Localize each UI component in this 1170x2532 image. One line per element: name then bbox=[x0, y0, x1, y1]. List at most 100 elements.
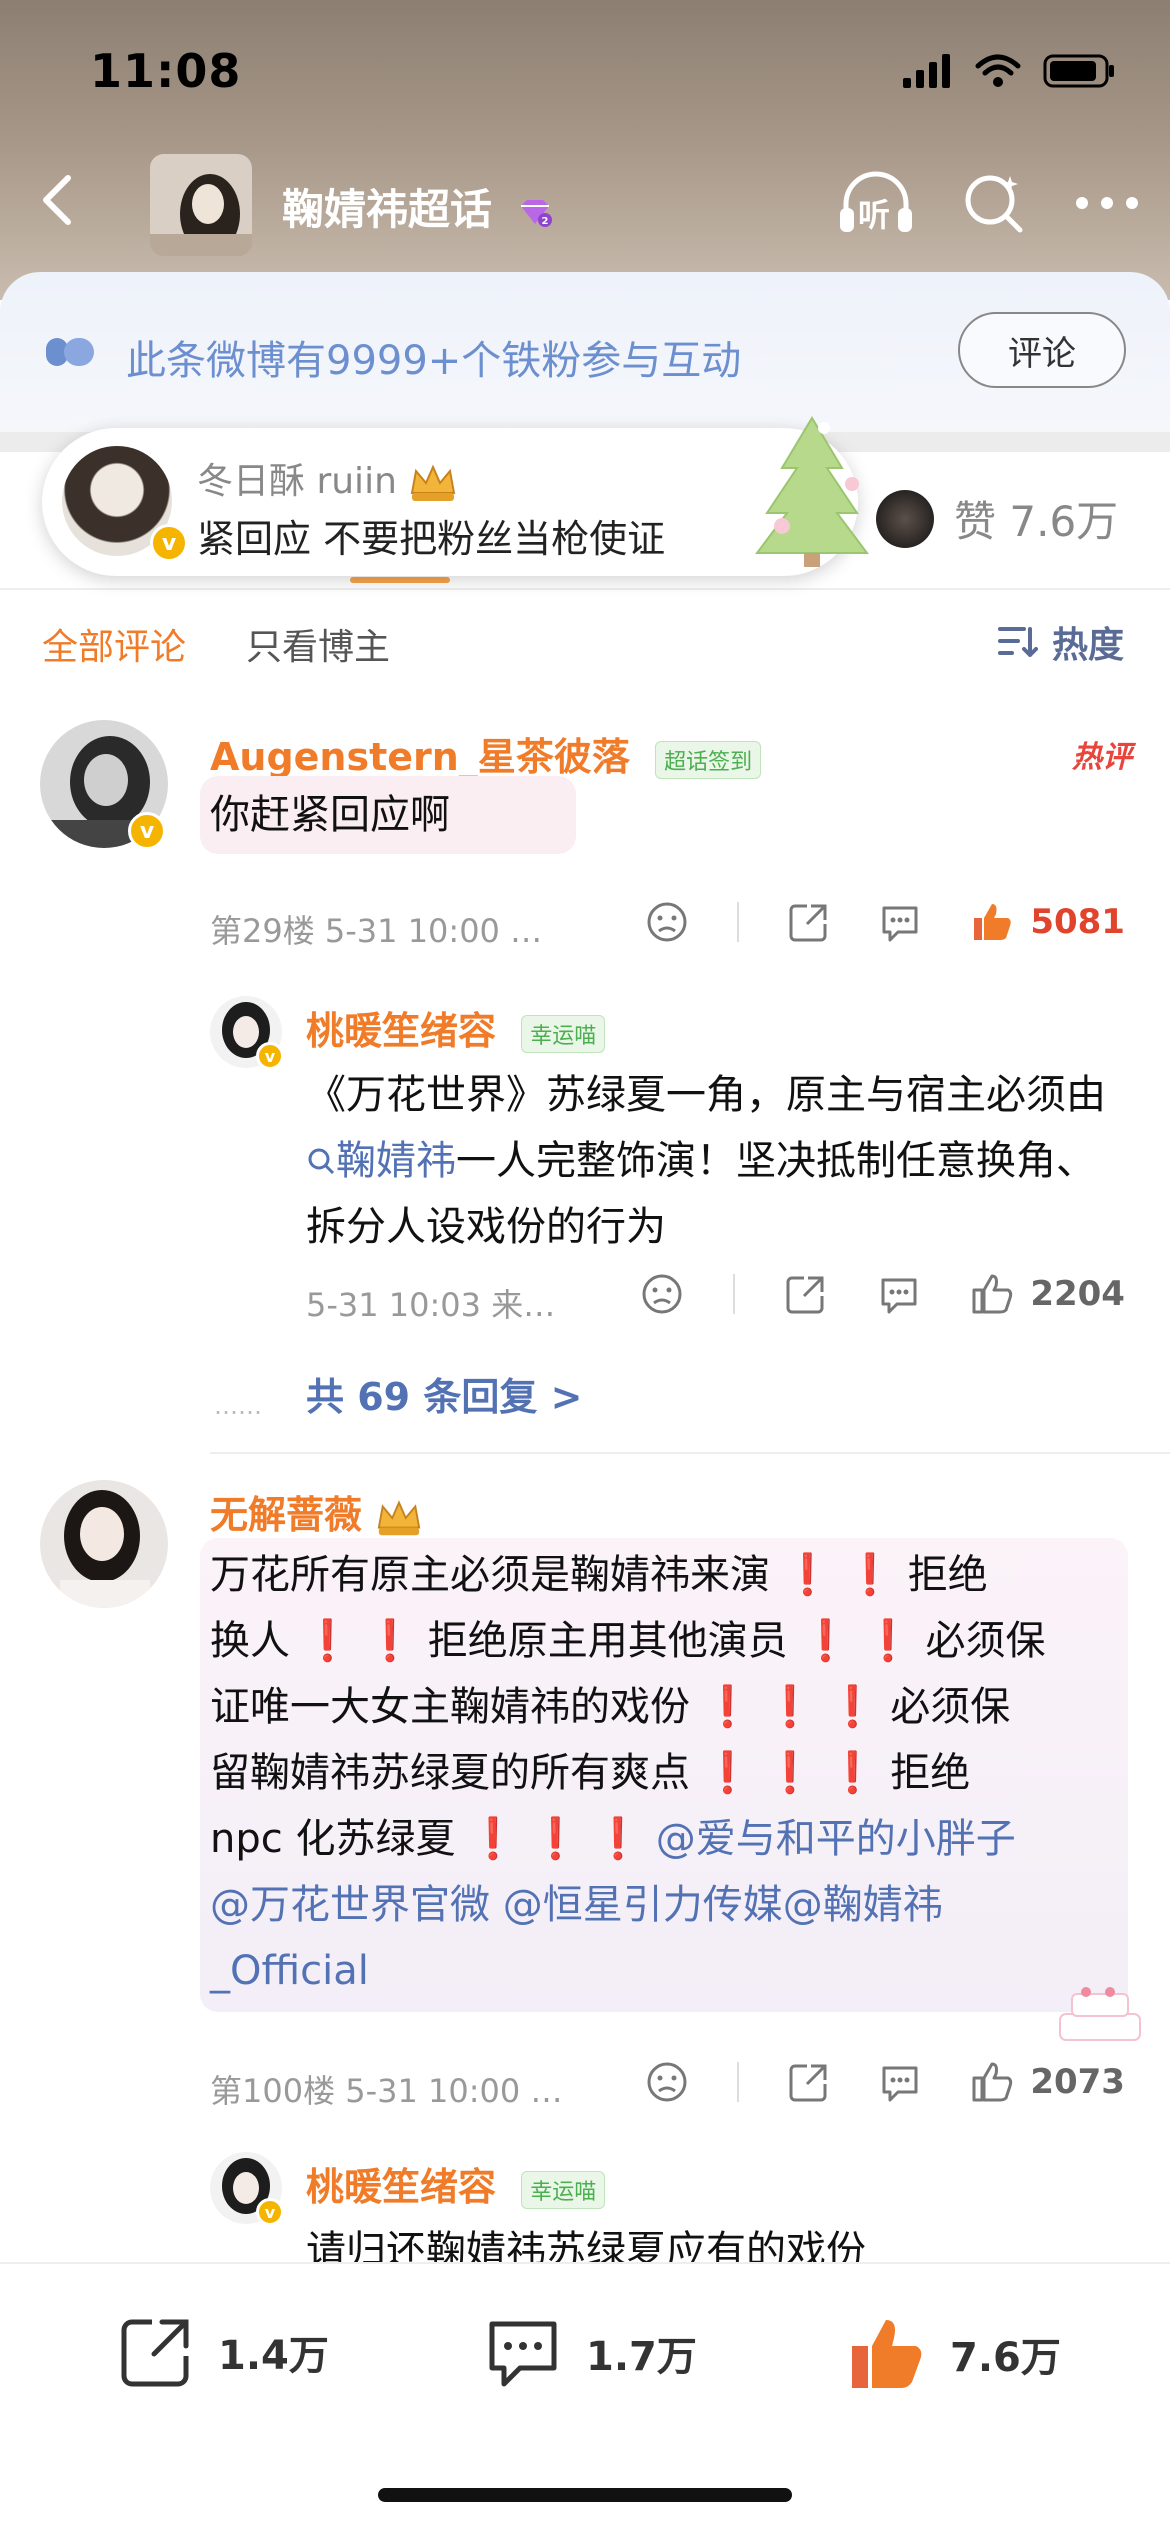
topic-title[interactable]: 鞠婧祎超话 2 bbox=[282, 176, 553, 237]
mention-link[interactable]: @爱与和平的小胖子 bbox=[656, 1816, 1016, 1862]
text-part: 换人 bbox=[210, 1618, 290, 1664]
dislike-icon[interactable] bbox=[645, 2060, 689, 2104]
text-part: 拒绝原主用其他演员 bbox=[427, 1618, 788, 1664]
fans-icon bbox=[46, 338, 94, 366]
reply-icon[interactable] bbox=[877, 1272, 921, 1316]
text-part: 拒绝 bbox=[890, 1750, 971, 1796]
comment-icon bbox=[489, 2321, 557, 2387]
topic-link-text: 鞠婧祎 bbox=[336, 1138, 456, 1184]
search-icon bbox=[308, 1148, 335, 1175]
status-bar: 11:08 bbox=[0, 0, 1170, 140]
wifi-icon bbox=[975, 54, 1021, 87]
svg-text:2: 2 bbox=[541, 216, 548, 227]
back-icon[interactable] bbox=[30, 170, 90, 230]
comment-meta: 第100楼 5-31 10:00 … bbox=[210, 2072, 563, 2110]
comment-count-button[interactable]: 1.7万 bbox=[484, 2314, 697, 2392]
mention-link[interactable]: @鞠婧祎 bbox=[783, 1882, 943, 1928]
christmas-tree-icon bbox=[755, 416, 869, 567]
reply-actions: 2204 bbox=[640, 1272, 1125, 1316]
comment-button[interactable]: 评论 bbox=[958, 312, 1126, 388]
share-icon[interactable] bbox=[787, 2060, 831, 2104]
like-button[interactable]: 2073 bbox=[970, 2060, 1125, 2104]
comment-count: 1.7万 bbox=[586, 2334, 697, 2380]
interaction-banner: 此条微博有9999+个铁粉参与互动 评论 bbox=[0, 272, 1170, 432]
like-count: 2073 bbox=[1030, 2062, 1125, 2102]
divider bbox=[210, 1452, 1170, 1454]
exclamation-icon: ❗ ❗ bbox=[787, 1618, 926, 1664]
reply-icon[interactable] bbox=[878, 900, 922, 944]
comment-meta: 第29楼 5-31 10:00 … bbox=[210, 912, 543, 950]
reply-icon[interactable] bbox=[878, 2060, 922, 2104]
signal-icon bbox=[903, 54, 950, 88]
comment-actions: 5081 bbox=[645, 900, 1125, 944]
text-part: 留鞠婧祎苏绿夏的所有爽点 bbox=[210, 1750, 690, 1796]
dislike-icon[interactable] bbox=[645, 900, 689, 944]
floating-comment-card[interactable]: v 冬日酥 ruiin 紧回应 不要把粉丝当枪使证 bbox=[42, 416, 869, 576]
like-button[interactable]: 5081 bbox=[970, 900, 1125, 944]
like-count-button[interactable]: 7.6万 bbox=[846, 2314, 1061, 2394]
liker-avatar bbox=[876, 489, 934, 548]
comment-username[interactable]: Augenstern_星茶彼落 超话签到 bbox=[210, 726, 762, 781]
likes-label: 赞 bbox=[954, 497, 997, 546]
mention-link[interactable]: @恒星引力传媒 bbox=[503, 1882, 783, 1928]
reply-text-part: 《万花世界》苏绿夏一角，原主与宿主必须由 bbox=[306, 1072, 1106, 1118]
text-part: npc 化苏绿夏 bbox=[210, 1816, 456, 1862]
more-icon[interactable] bbox=[1074, 193, 1140, 213]
share-icon[interactable] bbox=[787, 900, 831, 944]
reply-username[interactable]: 桃暖笙绪容 幸运喵 bbox=[306, 2156, 606, 2211]
share-icon[interactable] bbox=[784, 1272, 828, 1316]
dislike-icon[interactable] bbox=[640, 1272, 684, 1316]
comment-line: 换人 ❗ ❗ 拒绝原主用其他演员 ❗ ❗ 必须保 bbox=[210, 1608, 1130, 1674]
view-more-replies[interactable]: 共 69 条回复 > bbox=[306, 1366, 582, 1421]
thumbs-up-icon bbox=[972, 1274, 1013, 1314]
exclamation-icon: ❗ ❗ bbox=[290, 1618, 428, 1664]
share-count: 1.4万 bbox=[218, 2333, 329, 2379]
exclamation-icon: ❗ ❗ ❗ bbox=[455, 1816, 656, 1862]
topic-nav-bar: 鞠婧祎超话 2 听 bbox=[0, 150, 1170, 260]
verified-icon: v bbox=[150, 524, 188, 562]
status-time: 11:08 bbox=[90, 44, 242, 98]
tab-all-comments[interactable]: 全部评论 bbox=[42, 618, 186, 670]
like-count: 2204 bbox=[1030, 1274, 1125, 1314]
reply-username[interactable]: 桃暖笙绪容 幸运喵 bbox=[306, 1000, 606, 1055]
verified-icon: v bbox=[256, 2198, 284, 2226]
sort-button[interactable]: 热度 bbox=[997, 616, 1124, 668]
mention-link[interactable]: @万花世界官微 bbox=[210, 1882, 490, 1928]
comment-username[interactable]: 无解蔷薇 bbox=[210, 1484, 423, 1539]
comment-actions: 2073 bbox=[645, 2060, 1125, 2104]
topic-link[interactable]: 鞠婧祎 bbox=[306, 1138, 456, 1184]
reply-text: 《万花世界》苏绿夏一角，原主与宿主必须由鞠婧祎一人完整饰演！坚决抵制任意换角、拆… bbox=[306, 1062, 1106, 1260]
likes-summary[interactable]: 赞 7.6万 bbox=[876, 488, 1118, 549]
avatar-image bbox=[40, 1480, 168, 1608]
text-part: 必须保 bbox=[890, 1684, 1011, 1730]
comment-line: npc 化苏绿夏 ❗ ❗ ❗ @爱与和平的小胖子 bbox=[210, 1806, 1130, 1872]
comment-line: 证唯一大女主鞠婧祎的戏份 ❗ ❗ ❗ 必须保 bbox=[210, 1674, 1130, 1740]
sort-label: 热度 bbox=[1051, 625, 1124, 666]
floating-card-text: 紧回应 不要把粉丝当枪使证 bbox=[197, 517, 666, 561]
topic-avatar[interactable] bbox=[150, 154, 252, 256]
home-indicator bbox=[378, 2488, 792, 2502]
page: 11:08 鞠婧祎超话 2 听 此条微博有9999+个铁粉参与互动 评论 赞 7… bbox=[0, 0, 1170, 2532]
comment-line: 万花所有原主必须是鞠婧祎来演 ❗ ❗ 拒绝 bbox=[210, 1542, 1130, 1608]
comment-item: v Augenstern_星茶彼落 超话签到 热评 你赶紧回应啊 第29楼 5-… bbox=[0, 720, 1170, 1454]
listen-button[interactable]: 听 bbox=[836, 168, 916, 238]
battery-icon bbox=[1043, 54, 1114, 88]
likes-count: 7.6万 bbox=[1009, 497, 1119, 546]
tab-indicator bbox=[350, 577, 450, 583]
separator bbox=[736, 902, 739, 942]
avatar[interactable] bbox=[40, 1480, 168, 1608]
mention-link[interactable]: _Official bbox=[210, 1948, 369, 1994]
banner-text: 此条微博有9999+个铁粉参与互动 bbox=[126, 338, 742, 384]
lucky-cat-badge: 幸运喵 bbox=[521, 1014, 606, 1053]
search-icon[interactable] bbox=[962, 170, 1028, 236]
exclamation-icon: ❗ ❗ ❗ bbox=[690, 1684, 891, 1730]
separator bbox=[736, 2062, 739, 2102]
tab-owner-only[interactable]: 只看博主 bbox=[246, 618, 390, 670]
text-part: 必须保 bbox=[925, 1618, 1046, 1664]
crown-icon bbox=[377, 1499, 421, 1535]
diamond-badge-icon: 2 bbox=[520, 199, 552, 227]
comment-line: @万花世界官微 @恒星引力传媒@鞠婧祎 bbox=[210, 1872, 1130, 1938]
like-button[interactable]: 2204 bbox=[970, 1272, 1125, 1316]
floating-card-name: 冬日酥 ruiin bbox=[197, 452, 458, 504]
share-count-button[interactable]: 1.4万 bbox=[118, 2314, 329, 2390]
